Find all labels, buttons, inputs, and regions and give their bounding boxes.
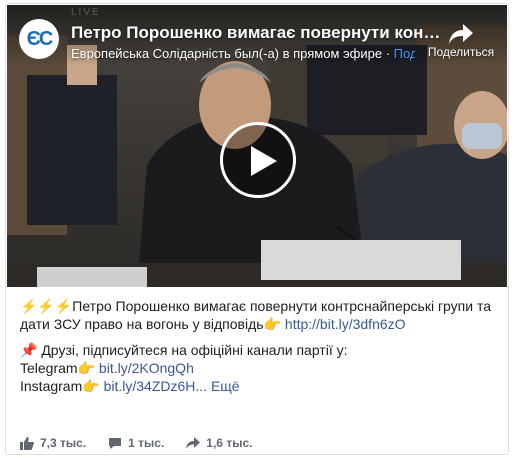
instagram-label: Instagram: [20, 378, 83, 394]
comment-icon: [109, 437, 122, 449]
live-status-line: Европейська Солідарність был(-а) в прямо…: [71, 46, 415, 61]
video-header-overlay: LIVE ЄС Петро Порошенко вимагає повернут…: [7, 5, 507, 67]
comments-value: 1 тыс.: [128, 436, 165, 450]
play-icon: [251, 146, 277, 176]
separator: ·: [382, 46, 394, 61]
shares-count[interactable]: 1,6 тыс.: [186, 436, 252, 450]
article-link[interactable]: http://bit.ly/3dfn6zO: [285, 316, 406, 332]
post-paragraph-1: ⚡⚡⚡Петро Порошенко вимагає повернути кон…: [20, 297, 498, 333]
share-label: Поделиться: [427, 45, 495, 59]
likes-value: 7,3 тыс.: [40, 436, 87, 450]
shares-value: 1,6 тыс.: [206, 436, 253, 450]
thumbs-up-icon: [20, 436, 34, 450]
telegram-label: Telegram: [20, 360, 78, 376]
live-watermark: LIVE: [71, 7, 101, 18]
engagement-bar: 7,3 тыс. 1 тыс. 1,6 тыс.: [20, 434, 498, 452]
page-name[interactable]: Европейська Солідарність был(-а) в прямо…: [71, 46, 382, 61]
share-button[interactable]: Поделиться: [421, 23, 501, 59]
follow-link[interactable]: Подпи: [394, 46, 415, 61]
page-avatar[interactable]: ЄС: [19, 19, 59, 59]
post-text: ⚡⚡⚡Петро Порошенко вимагає повернути кон…: [20, 297, 498, 395]
play-button[interactable]: [220, 122, 296, 198]
post-paragraph-2: 📌 Друзі, підписуйтеся на офіційні канали…: [20, 341, 498, 395]
post-headline: Петро Порошенко вимагає повернути контрс…: [20, 298, 492, 332]
lightning-emoji: ⚡⚡⚡: [20, 298, 73, 314]
share-icon: [186, 437, 201, 449]
pointing-hand-emoji: 👉: [77, 360, 96, 376]
pointing-hand-emoji: 👉: [82, 378, 100, 394]
video-player[interactable]: LIVE ЄС Петро Порошенко вимагає повернут…: [7, 5, 507, 287]
pushpin-emoji: 📌: [20, 342, 38, 358]
telegram-link[interactable]: bit.ly/2KOngQh: [99, 360, 194, 376]
comments-count[interactable]: 1 тыс.: [108, 436, 164, 450]
share-arrow-icon: [449, 24, 473, 44]
see-more-link[interactable]: Ещё: [211, 378, 240, 394]
instagram-link[interactable]: bit.ly/34ZDz6H...: [104, 378, 207, 394]
post-card: LIVE ЄС Петро Порошенко вимагає повернут…: [5, 3, 509, 455]
video-title[interactable]: Петро Порошенко вимагає повернути контрс…: [71, 23, 447, 43]
likes-count[interactable]: 7,3 тыс.: [20, 436, 86, 450]
subscribe-text: Друзі, підписуйтеся на офіційні канали п…: [41, 342, 348, 358]
page-logo-text: ЄС: [26, 27, 54, 50]
pointing-hand-emoji: 👉: [263, 316, 282, 332]
